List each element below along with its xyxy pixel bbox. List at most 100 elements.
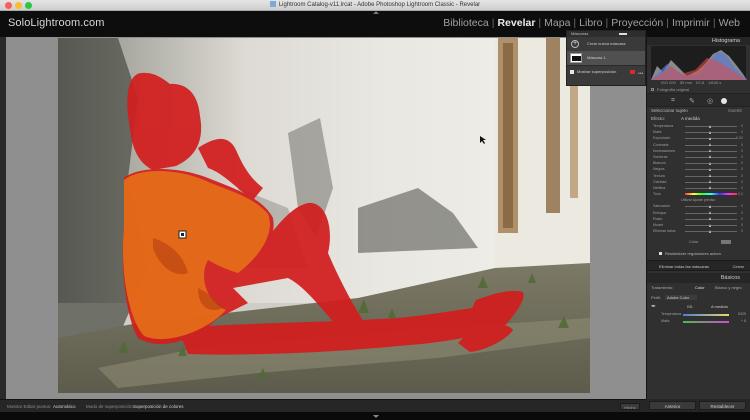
slider-track[interactable] bbox=[685, 218, 737, 220]
hue-slider[interactable] bbox=[685, 193, 737, 196]
delete-masks-bar: Eliminar todas las máscaras Cerrar bbox=[647, 260, 750, 272]
slider-track[interactable] bbox=[685, 163, 737, 165]
delete-all-masks-button[interactable]: Eliminar todas las máscaras bbox=[659, 264, 709, 269]
slider-handle[interactable] bbox=[709, 155, 711, 159]
slider-handle[interactable] bbox=[709, 174, 711, 177]
slider-track[interactable] bbox=[685, 225, 737, 226]
profile-dropdown[interactable]: Adobe Color bbox=[665, 295, 697, 301]
mask-list-item[interactable]: Máscara 1 bbox=[567, 51, 645, 65]
reset-button[interactable]: Restablecer bbox=[699, 401, 746, 410]
slider-handle[interactable] bbox=[709, 217, 711, 221]
slider-handle[interactable] bbox=[709, 180, 711, 184]
module-biblioteca[interactable]: Biblioteca bbox=[443, 17, 489, 29]
module-libro[interactable]: Libro bbox=[579, 17, 602, 29]
original-photo-checkbox[interactable] bbox=[651, 88, 654, 91]
expand-filmstrip-icon[interactable] bbox=[373, 415, 379, 418]
slider-track[interactable] bbox=[685, 231, 737, 233]
color-label: Color bbox=[689, 239, 699, 245]
slider-track[interactable] bbox=[685, 132, 737, 134]
histogram-graph bbox=[651, 50, 747, 80]
profile-row: Perfil: Adobe Color bbox=[647, 293, 750, 302]
photo-with-mask-overlay[interactable] bbox=[58, 38, 590, 393]
photo-image bbox=[58, 38, 590, 393]
effect-preset-dropdown[interactable]: A medida bbox=[681, 115, 700, 123]
module-mapa[interactable]: Mapa bbox=[544, 17, 570, 29]
temperature-label: Temperatura bbox=[661, 312, 682, 317]
aperture-value: f/2,8 bbox=[696, 80, 704, 85]
slider-track[interactable] bbox=[685, 144, 737, 146]
slider-handle[interactable] bbox=[709, 143, 711, 147]
show-overlay-checkbox[interactable] bbox=[570, 70, 574, 74]
mask-panel-title: Máscaras bbox=[571, 31, 589, 36]
slider-handle[interactable] bbox=[709, 161, 711, 165]
slider-track[interactable] bbox=[685, 206, 737, 208]
right-panel: Histograma ISO 200 50 mm f/2,8 1/640 s F… bbox=[646, 37, 750, 399]
create-mask-button[interactable]: + Crear nueva máscara bbox=[567, 37, 645, 51]
slider-track[interactable] bbox=[685, 126, 737, 127]
slider-track[interactable] bbox=[685, 150, 737, 152]
module-web[interactable]: Web bbox=[719, 17, 740, 29]
shutter-value: 1/640 s bbox=[708, 80, 722, 85]
slider-handle[interactable] bbox=[709, 229, 711, 233]
bottom-toolbar: Mostrar Editar puntos: Automático Modo d… bbox=[0, 399, 646, 412]
module-proyeccion[interactable]: Proyección bbox=[611, 17, 663, 29]
drag-handle-icon[interactable] bbox=[619, 33, 627, 35]
window-title-text: Lightroom Catalog-v11.lrcat - Adobe Phot… bbox=[278, 2, 481, 8]
document-icon bbox=[269, 1, 276, 7]
histogram[interactable] bbox=[651, 46, 747, 80]
more-options-icon[interactable]: ••• bbox=[638, 68, 643, 80]
invert-checkbox-label[interactable]: Invertir bbox=[728, 107, 742, 115]
collapse-top-panel-icon[interactable] bbox=[373, 11, 379, 14]
overlay-color-swatch[interactable] bbox=[630, 70, 635, 74]
heal-icon[interactable]: ✎ bbox=[689, 97, 695, 105]
slider-track[interactable] bbox=[685, 181, 737, 183]
treatment-bw-option[interactable]: Blanco y negro bbox=[715, 283, 742, 293]
mask-adjustments: Seleccionar sujeto Invertir Efecto: A me… bbox=[647, 107, 750, 258]
white-balance-dropdown[interactable]: A medida bbox=[711, 302, 728, 311]
auto-reset-checkbox[interactable] bbox=[659, 252, 662, 256]
slider-track[interactable] bbox=[685, 187, 737, 189]
color-swatch[interactable] bbox=[721, 240, 731, 245]
temperature-slider[interactable] bbox=[683, 314, 729, 316]
slider-handle[interactable] bbox=[709, 149, 711, 153]
slider-handle[interactable] bbox=[709, 204, 711, 208]
slider-track[interactable] bbox=[685, 175, 737, 177]
image-canvas[interactable] bbox=[6, 37, 646, 399]
temperature-value[interactable]: 6325 bbox=[738, 311, 746, 318]
tint-label: Matiz bbox=[661, 319, 670, 324]
auto-reset-row: Restablecer reguladores autom bbox=[651, 250, 746, 258]
tint-value[interactable]: + 8 bbox=[741, 318, 746, 325]
original-photo-label: Fotografía original bbox=[657, 87, 690, 92]
overlay-toggle-row: Mostrar superposición ••• bbox=[567, 65, 645, 77]
slider-track[interactable] bbox=[685, 169, 737, 171]
slider-handle[interactable] bbox=[709, 130, 711, 134]
previous-button[interactable]: Anterior bbox=[649, 401, 696, 410]
create-mask-label: Crear nueva máscara bbox=[587, 41, 626, 46]
slider-handle[interactable] bbox=[709, 186, 711, 190]
slider-track[interactable] bbox=[685, 156, 737, 158]
color-row: Color bbox=[651, 234, 746, 250]
done-button[interactable]: Hecho bbox=[620, 403, 640, 410]
slider-track[interactable] bbox=[685, 212, 737, 214]
slider-handle[interactable] bbox=[709, 136, 711, 140]
slider-handle[interactable] bbox=[709, 211, 711, 215]
histogram-title[interactable]: Histograma bbox=[647, 37, 750, 45]
crop-icon[interactable]: ⌗ bbox=[671, 97, 675, 105]
slider-handle[interactable] bbox=[709, 167, 711, 171]
masking-icon[interactable] bbox=[721, 98, 727, 104]
module-imprimir[interactable]: Imprimir bbox=[672, 17, 710, 29]
module-revelar[interactable]: Revelar bbox=[497, 17, 535, 29]
slider-handle[interactable] bbox=[709, 223, 711, 227]
red-eye-icon[interactable]: ◎ bbox=[707, 97, 713, 105]
basic-panel-title[interactable]: Básicos bbox=[647, 273, 750, 284]
tint-slider[interactable] bbox=[683, 321, 729, 323]
slider-track[interactable] bbox=[685, 138, 737, 140]
slider-handle[interactable] bbox=[709, 124, 711, 128]
treatment-color-option[interactable]: Color bbox=[695, 283, 705, 293]
mask-panel: Máscaras + Crear nueva máscara Máscara 1… bbox=[566, 30, 646, 86]
close-masks-button[interactable]: Cerrar bbox=[733, 261, 744, 272]
identity-plate: SoloLightroom.com bbox=[8, 17, 105, 29]
detail-sliders: Saturación 0 Enfoque 0 Ruido 0 Muaré 0 Eliminar … bbox=[651, 203, 746, 234]
filmstrip-collapsed[interactable] bbox=[0, 412, 750, 420]
window-title: Lightroom Catalog-v11.lrcat - Adobe Phot… bbox=[0, 1, 750, 8]
